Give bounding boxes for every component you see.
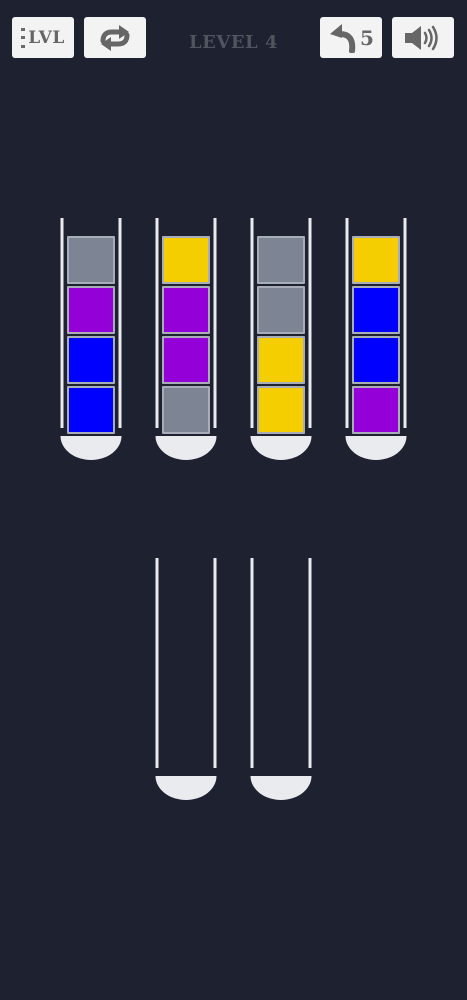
- ball-gray: [67, 236, 115, 284]
- ball-blue: [352, 336, 400, 384]
- ball-purple: [67, 286, 115, 334]
- tube-2[interactable]: [155, 218, 217, 460]
- ball-purple: [162, 336, 210, 384]
- ball-gray: [257, 286, 305, 334]
- ball-purple: [352, 386, 400, 434]
- undo-button[interactable]: 5: [320, 17, 382, 58]
- ball-blue: [67, 386, 115, 434]
- tube-3[interactable]: [250, 218, 312, 460]
- sound-toggle-button[interactable]: [392, 17, 454, 58]
- ball-yellow: [352, 236, 400, 284]
- ball-yellow: [257, 386, 305, 434]
- ball-gray: [162, 386, 210, 434]
- tube-4[interactable]: [345, 218, 407, 460]
- tube-glass: [250, 558, 312, 800]
- ball-yellow: [162, 236, 210, 284]
- tube-1[interactable]: [60, 218, 122, 460]
- ball-purple: [162, 286, 210, 334]
- tube-5[interactable]: [155, 558, 217, 800]
- ball-yellow: [257, 336, 305, 384]
- tube-6[interactable]: [250, 558, 312, 800]
- tube-glass: [155, 558, 217, 800]
- speaker-icon: [405, 25, 438, 50]
- undo-arrow-icon: [330, 23, 356, 53]
- ball-gray: [257, 236, 305, 284]
- undo-count: 5: [360, 25, 374, 50]
- ball-blue: [67, 336, 115, 384]
- ball-blue: [352, 286, 400, 334]
